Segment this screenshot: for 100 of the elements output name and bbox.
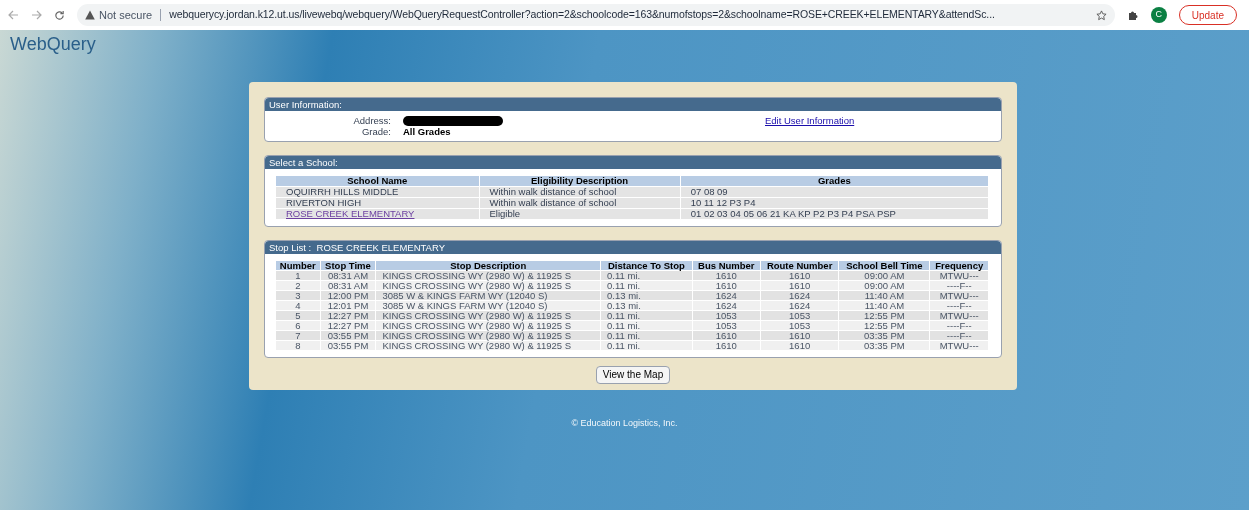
table-cell: 0.11 mi. — [601, 331, 692, 340]
column-header: Stop Time — [320, 261, 376, 270]
table-cell: 1624 — [692, 291, 760, 300]
url-text: webquerycy.jordan.k12.ut.us/livewebq/webquery/WebQueryRequestController?action=2&schoolcode=163&numofstops=2&schoolname=ROSE+CREEK+ELEMENTARY&attendSc... — [169, 7, 995, 23]
bookmark-star-icon[interactable] — [1095, 9, 1107, 21]
table-cell: 12:55 PM — [839, 311, 930, 320]
table-cell: 4 — [276, 301, 320, 310]
table-cell: 3 — [276, 291, 320, 300]
table-cell: KINGS CROSSING WY (2980 W) & 11925 S — [376, 281, 601, 290]
table-cell: KINGS CROSSING WY (2980 W) & 11925 S — [376, 311, 601, 320]
table-cell: 12:01 PM — [320, 301, 376, 310]
table-cell: ----F-- — [930, 281, 988, 290]
grade-value: All Grades — [402, 126, 452, 137]
back-arrow-icon[interactable] — [8, 10, 19, 20]
column-header: Bus Number — [692, 261, 760, 270]
table-cell: 0.11 mi. — [601, 271, 692, 280]
table-cell: 03:35 PM — [839, 341, 930, 350]
table-cell: 1610 — [692, 271, 760, 280]
column-header: School Bell Time — [839, 261, 930, 270]
table-cell: 1 — [276, 271, 320, 280]
table-cell: 08:31 AM — [320, 271, 376, 280]
table-cell: 5 — [276, 311, 320, 320]
warning-icon — [85, 10, 95, 20]
table-cell: Within walk distance of school — [479, 187, 680, 197]
table-cell: 01 02 03 04 05 06 21 KA KP P2 P3 P4 PSA PSP — [680, 209, 988, 219]
table-cell: MTWU--- — [930, 341, 988, 350]
table-cell: 12:27 PM — [320, 311, 376, 320]
table-cell: RIVERTON HIGH — [276, 198, 479, 208]
view-map-button[interactable]: View the Map — [595, 366, 671, 384]
table-cell: 1053 — [760, 321, 839, 330]
table-cell: 03:55 PM — [320, 341, 376, 350]
table-cell: 08:31 AM — [320, 281, 376, 290]
table-cell: 09:00 AM — [839, 271, 930, 280]
profile-avatar[interactable]: C — [1150, 7, 1167, 23]
table-cell: ----F-- — [930, 331, 988, 340]
table-cell: ----F-- — [930, 321, 988, 330]
table-cell: 1053 — [760, 311, 839, 320]
column-header: Frequency — [930, 261, 988, 270]
table-cell: ----F-- — [930, 301, 988, 310]
table-cell: 2 — [276, 281, 320, 290]
column-header: Route Number — [760, 261, 839, 270]
table-cell: 11:40 AM — [839, 301, 930, 310]
security-label: Not secure — [99, 7, 153, 23]
table-cell: 8 — [276, 341, 320, 350]
column-header: Grades — [680, 176, 988, 186]
reload-icon[interactable] — [54, 9, 65, 21]
table-cell: 6 — [276, 321, 320, 330]
table-cell: 1053 — [692, 311, 760, 320]
table-cell: OQUIRRH HILLS MIDDLE — [276, 187, 479, 197]
table-cell: 1610 — [760, 341, 839, 350]
grade-label: Grade: — [360, 126, 392, 137]
copyright-text: © Education Logistics, Inc. — [570, 417, 679, 430]
table-cell: 1624 — [760, 291, 839, 300]
edit-user-link[interactable]: Edit User Information — [765, 115, 1001, 126]
section-header: Select a School: — [265, 156, 1001, 169]
table-cell: 12:27 PM — [320, 321, 376, 330]
table-cell: 1610 — [692, 281, 760, 290]
table-cell: Eligible — [479, 209, 680, 219]
table-cell: 0.11 mi. — [601, 341, 692, 350]
site-title: WebQuery — [10, 33, 96, 56]
table-cell: 3085 W & KINGS FARM WY (12040 S) — [376, 291, 601, 300]
table-cell: 1610 — [760, 281, 839, 290]
table-cell: 0.11 mi. — [601, 281, 692, 290]
table-cell: 12:00 PM — [320, 291, 376, 300]
address-label: Address: — [352, 115, 392, 126]
table-cell: 1610 — [692, 341, 760, 350]
column-header: Number — [276, 261, 320, 270]
table-cell: 1610 — [760, 331, 839, 340]
table-cell: 1624 — [692, 301, 760, 310]
table-cell: Within walk distance of school — [479, 198, 680, 208]
table-cell: 7 — [276, 331, 320, 340]
address-bar[interactable]: Not secure webquerycy.jordan.k12.ut.us/livewebq/webquery/WebQueryRequestController?action=2&schoolcode=163&numofstops=2&schoolname=ROSE+CREEK+ELEMENTARY&attendSc... — [77, 4, 1115, 26]
column-header: Distance To Stop — [601, 261, 692, 270]
table-cell: 03:55 PM — [320, 331, 376, 340]
table-cell: 1053 — [692, 321, 760, 330]
table-cell: 0.11 mi. — [601, 321, 692, 330]
table-cell: 3085 W & KINGS FARM WY (12040 S) — [376, 301, 601, 310]
puzzle-icon[interactable] — [1126, 9, 1139, 21]
table-cell: KINGS CROSSING WY (2980 W) & 11925 S — [376, 331, 601, 340]
table-cell: 10 11 12 P3 P4 — [680, 198, 988, 208]
table-cell: 11:40 AM — [839, 291, 930, 300]
table-cell: MTWU--- — [930, 311, 988, 320]
table-cell: 1610 — [692, 331, 760, 340]
table-cell: MTWU--- — [930, 271, 988, 280]
table-cell: 1610 — [760, 271, 839, 280]
forward-arrow-icon[interactable] — [31, 10, 42, 20]
section-header: User Information: — [265, 98, 1001, 111]
table-cell: 07 08 09 — [680, 187, 988, 197]
table-cell: 12:55 PM — [839, 321, 930, 330]
column-header: Eligibility Description — [479, 176, 680, 186]
table-cell: 0.13 mi. — [601, 291, 692, 300]
section-header: Stop List : ROSE CREEK ELEMENTARY — [265, 241, 1001, 254]
table-cell: 09:00 AM — [839, 281, 930, 290]
table-cell: KINGS CROSSING WY (2980 W) & 11925 S — [376, 321, 601, 330]
table-cell: MTWU--- — [930, 291, 988, 300]
table-cell: 03:35 PM — [839, 331, 930, 340]
column-header: Stop Description — [376, 261, 601, 270]
table-cell: 0.13 mi. — [601, 301, 692, 310]
table-cell: KINGS CROSSING WY (2980 W) & 11925 S — [376, 341, 601, 350]
table-cell: KINGS CROSSING WY (2980 W) & 11925 S — [376, 271, 601, 280]
